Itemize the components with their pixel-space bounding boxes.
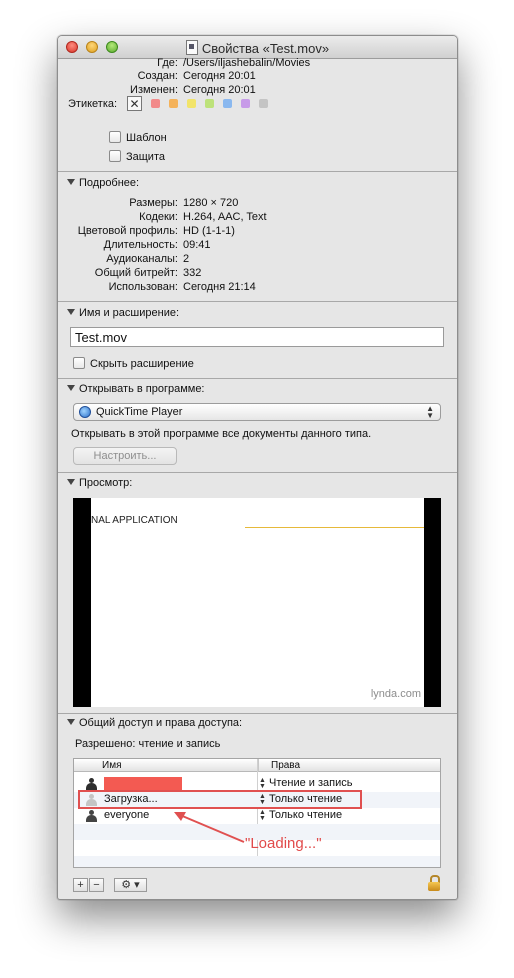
video-frame-line <box>245 527 424 528</box>
privilege-stepper-icon: ▲ ▼ <box>259 809 266 822</box>
window-title-wrap: Свойства «Test.mov» <box>58 40 457 56</box>
more-info-title: Подробнее: <box>79 177 140 189</box>
divider <box>58 378 457 379</box>
more-info-value: H.264, AAC, Text <box>183 211 267 223</box>
locked-checkbox[interactable]: Защита <box>109 150 165 163</box>
where-label: Где: <box>157 57 178 69</box>
privilege-value[interactable]: Чтение и запись <box>269 777 352 789</box>
lynda-watermark: lynda.com <box>370 688 421 700</box>
label-red-swatch[interactable] <box>151 99 160 108</box>
popup-arrows-icon: ▲ ▼ <box>426 404 434 420</box>
created-label: Создан: <box>137 70 178 82</box>
privilege-value[interactable]: Только чтение <box>269 809 342 821</box>
video-frame: NAL APPLICATION lynda.com <box>91 498 424 707</box>
gear-menu-button[interactable]: ⚙ ▾ <box>114 878 147 892</box>
annotation-label: "Loading..." <box>245 835 322 852</box>
annotation-arrow <box>174 812 245 843</box>
change-all-button[interactable]: Настроить... <box>73 447 177 465</box>
title-bar[interactable]: Свойства «Test.mov» <box>58 36 457 59</box>
locked-label: Защита <box>126 151 165 163</box>
column-priv-label: Права <box>271 760 301 771</box>
disclosure-triangle-icon <box>67 479 75 485</box>
more-info-value: 332 <box>183 267 202 279</box>
label-purple-swatch[interactable] <box>241 99 250 108</box>
checkbox-icon <box>109 150 121 162</box>
column-header-priv[interactable]: Права <box>258 759 440 772</box>
label-label: Этикетка: <box>68 98 118 110</box>
divider <box>58 472 457 473</box>
name-ext-title: Имя и расширение: <box>79 307 180 319</box>
disclosure-triangle-icon <box>67 179 75 185</box>
disclosure-triangle-icon <box>67 309 75 315</box>
more-info-label: Кодеки: <box>139 211 178 223</box>
modified-value: Сегодня 20:01 <box>183 84 256 96</box>
open-with-header[interactable]: Открывать в программе: <box>67 383 205 395</box>
more-info-value: Сегодня 21:14 <box>183 281 256 293</box>
quicktime-icon <box>79 406 91 418</box>
annotation-highlight-box <box>78 790 362 809</box>
divider <box>58 713 457 714</box>
modified-label: Изменен: <box>130 84 178 96</box>
label-blue-swatch[interactable] <box>223 99 232 108</box>
name-ext-header[interactable]: Имя и расширение: <box>67 307 179 319</box>
open-with-description: Открывать в этой программе все документы… <box>71 428 372 440</box>
add-user-button[interactable]: + <box>73 878 88 892</box>
more-info-label: Длительность: <box>103 239 178 251</box>
document-icon <box>185 40 198 55</box>
more-info-label: Размеры: <box>129 197 178 209</box>
where-value: /Users/iljashebalin/Movies <box>183 57 311 69</box>
label-yellow-swatch[interactable] <box>187 99 196 108</box>
row-name: everyone <box>104 809 150 821</box>
more-info-value: HD (1-1-1) <box>183 225 235 237</box>
more-info-label: Аудиоканалы: <box>106 253 178 265</box>
redacted-username <box>104 777 182 791</box>
video-preview[interactable]: NAL APPLICATION lynda.com <box>73 498 441 707</box>
more-info-label: Использован: <box>108 281 178 293</box>
preview-header[interactable]: Просмотр: <box>67 477 132 489</box>
hide-extension-checkbox[interactable]: Скрыть расширение <box>73 357 194 370</box>
column-name-label: Имя <box>102 760 122 771</box>
hide-extension-label: Скрыть расширение <box>90 358 194 370</box>
label-none-button[interactable]: ✕ <box>127 96 142 111</box>
privilege-stepper-icon: ▲ ▼ <box>259 777 266 790</box>
more-info-label: Цветовой профиль: <box>77 225 178 237</box>
app-popup-label: QuickTime Player <box>96 406 183 418</box>
disclosure-triangle-icon <box>67 385 75 391</box>
group-icon <box>85 810 98 822</box>
divider <box>58 171 457 172</box>
window-title: Свойства «Test.mov» <box>201 41 330 56</box>
more-info-value: 09:41 <box>183 239 211 251</box>
open-with-title: Открывать в программе: <box>79 383 205 395</box>
sharing-title: Общий доступ и права доступа: <box>79 717 243 729</box>
sharing-summary: Разрешено: чтение и запись <box>75 738 221 750</box>
disclosure-triangle-icon <box>67 719 75 725</box>
stationery-checkbox[interactable]: Шаблон <box>109 131 167 144</box>
checkbox-icon <box>73 357 85 369</box>
label-green-swatch[interactable] <box>205 99 214 108</box>
checkbox-icon <box>109 131 121 143</box>
more-info-value: 2 <box>183 253 190 265</box>
more-info-label: Общий битрейт: <box>94 267 178 279</box>
divider <box>58 301 457 302</box>
column-header-name[interactable]: Имя <box>74 759 258 772</box>
lock-icon[interactable] <box>428 875 440 891</box>
video-frame-text: NAL APPLICATION <box>91 515 178 526</box>
more-info-header[interactable]: Подробнее: <box>67 177 139 189</box>
stationery-label: Шаблон <box>126 132 167 144</box>
preview-title: Просмотр: <box>79 477 133 489</box>
filename-input[interactable]: Test.mov <box>70 327 444 347</box>
app-popup[interactable]: QuickTime Player ▲ ▼ <box>73 403 441 421</box>
user-icon <box>85 778 98 790</box>
sharing-header[interactable]: Общий доступ и права доступа: <box>67 717 242 729</box>
created-value: Сегодня 20:01 <box>183 70 256 82</box>
label-orange-swatch[interactable] <box>169 99 178 108</box>
table-row[interactable]: everyone ▲ ▼ Только чтение <box>74 808 440 824</box>
info-window: Свойства «Test.mov» Где: /Users/iljasheb… <box>57 35 458 900</box>
label-gray-swatch[interactable] <box>259 99 268 108</box>
remove-user-button[interactable]: − <box>89 878 104 892</box>
table-row-empty <box>74 856 440 867</box>
more-info-value: 1280 × 720 <box>183 197 239 209</box>
